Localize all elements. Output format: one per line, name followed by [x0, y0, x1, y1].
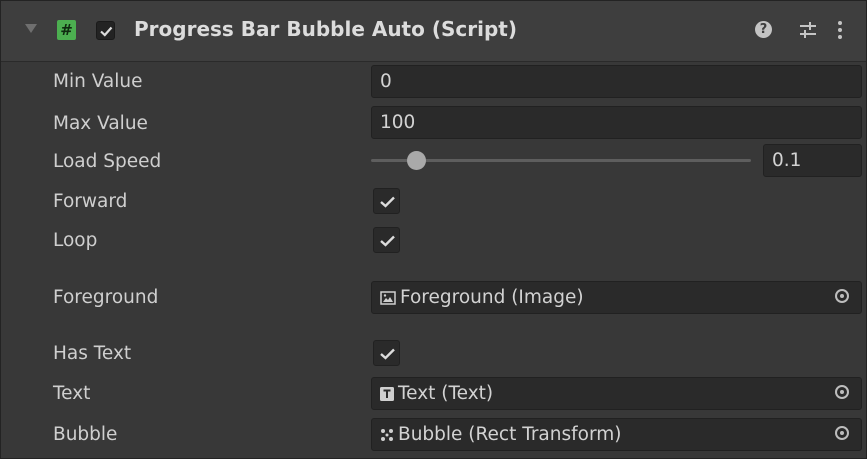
min-value-field[interactable]: 0	[371, 65, 862, 98]
text-component-icon	[380, 387, 394, 401]
component-header[interactable]: # Progress Bar Bubble Auto (Script) ?	[1, 1, 866, 62]
component-title: Progress Bar Bubble Auto (Script)	[134, 17, 517, 41]
rect-transform-icon	[381, 429, 393, 441]
checkmark-icon	[100, 26, 113, 37]
bubble-object-field[interactable]: Bubble (Rect Transform)	[371, 418, 862, 451]
checkmark-icon	[380, 235, 395, 247]
loop-checkbox[interactable]	[373, 227, 400, 253]
bubble-label: Bubble	[53, 424, 118, 445]
min-value-label: Min Value	[53, 71, 143, 92]
load-speed-value-field[interactable]: 0.1	[763, 144, 862, 177]
more-vertical-icon[interactable]	[837, 20, 843, 40]
foreground-value: Foreground (Image)	[400, 287, 584, 308]
checkmark-icon	[380, 348, 395, 360]
has-text-checkbox[interactable]	[373, 340, 400, 366]
loop-label: Loop	[53, 230, 98, 251]
object-picker-icon[interactable]	[835, 426, 849, 440]
preset-sliders-icon[interactable]	[798, 21, 818, 39]
forward-checkbox[interactable]	[373, 188, 400, 214]
component-enabled-checkbox[interactable]	[96, 21, 115, 40]
help-icon[interactable]: ?	[755, 21, 772, 38]
load-speed-slider-track[interactable]	[371, 159, 751, 162]
inspector-panel: # Progress Bar Bubble Auto (Script) ? Mi…	[0, 0, 867, 459]
max-value-field[interactable]: 100	[371, 106, 862, 139]
text-value: Text (Text)	[398, 383, 494, 404]
forward-label: Forward	[53, 191, 128, 212]
text-label: Text	[53, 383, 91, 404]
foreground-object-field[interactable]: Foreground (Image)	[371, 281, 862, 314]
object-picker-icon[interactable]	[835, 385, 849, 399]
foldout-arrow-icon[interactable]	[25, 24, 37, 33]
bubble-value: Bubble (Rect Transform)	[398, 424, 622, 445]
has-text-label: Has Text	[53, 343, 132, 364]
load-speed-label: Load Speed	[53, 151, 162, 172]
max-value-label: Max Value	[53, 113, 148, 134]
object-picker-icon[interactable]	[835, 289, 849, 303]
load-speed-slider-thumb[interactable]	[407, 151, 427, 170]
script-hash-icon: #	[57, 20, 76, 40]
text-object-field[interactable]: Text (Text)	[371, 377, 862, 410]
foreground-label: Foreground	[53, 287, 159, 308]
checkmark-icon	[380, 196, 395, 208]
image-icon	[380, 291, 396, 305]
